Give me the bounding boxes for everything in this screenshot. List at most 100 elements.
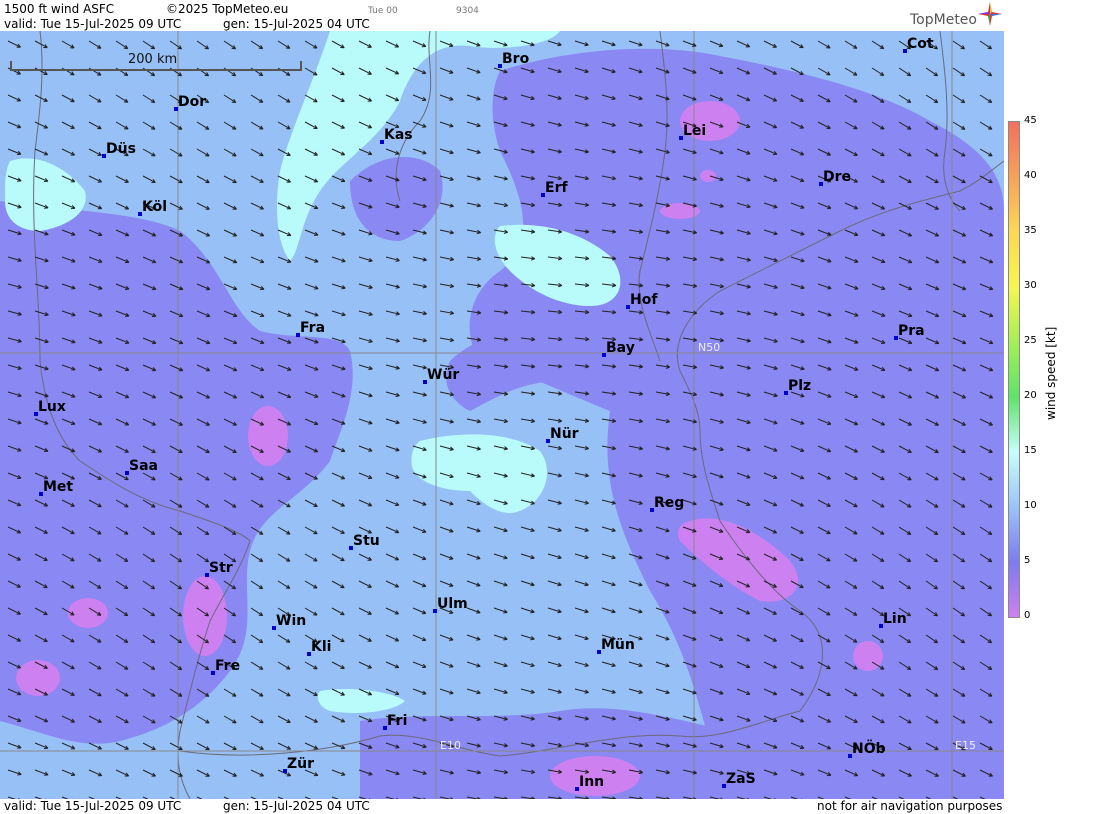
wind-arrow: [601, 526, 616, 533]
wind-arrow: [385, 607, 400, 615]
wind-arrow: [412, 67, 427, 75]
wind-arrow: [439, 256, 455, 262]
city-label-munchen: Mün: [601, 637, 635, 653]
wind-arrow: [466, 121, 481, 128]
wind-arrow: [88, 94, 102, 103]
wind-arrow: [196, 715, 210, 724]
wind-arrow: [7, 40, 21, 48]
wind-arrow: [385, 499, 400, 507]
wind-arrow: [871, 67, 885, 77]
wind-arrow: [7, 769, 22, 776]
wind-arrow: [223, 688, 237, 697]
wind-arrow: [304, 499, 318, 507]
wind-arrow: [412, 94, 427, 101]
wind-arrow: [358, 337, 373, 344]
wind-arrow: [493, 175, 508, 181]
wind-arrow: [331, 742, 346, 750]
wind-arrow: [250, 283, 265, 291]
wind-arrow: [655, 40, 670, 47]
wind-arrow: [358, 418, 373, 425]
wind-arrow: [169, 148, 183, 157]
wind-arrow: [385, 364, 400, 370]
wind-arrow: [196, 742, 210, 751]
wind-arrow: [61, 742, 76, 750]
wind-arrow: [250, 310, 265, 317]
wind-arrow: [439, 67, 454, 74]
wind-arrow: [385, 337, 400, 343]
wind-arrow: [304, 229, 319, 236]
wind-arrow: [358, 364, 373, 371]
wind-arrow: [709, 40, 724, 48]
wind-arrow: [223, 148, 237, 157]
wind-arrow: [277, 40, 291, 49]
valid-time: valid: Tue 15-Jul-2025 09 UTC: [4, 17, 182, 31]
wind-arrow: [574, 553, 589, 560]
wind-arrow: [304, 580, 318, 589]
city-label-klippeneck: Kli: [311, 639, 332, 655]
wind-arrow: [331, 607, 345, 616]
wind-arrow: [547, 526, 562, 532]
city-label-ulm: Ulm: [437, 596, 468, 612]
wind-arrow: [493, 607, 508, 614]
wind-arrow: [439, 337, 455, 343]
wind-arrow: [358, 283, 373, 290]
wind-arrow: [142, 40, 156, 50]
grid-label-e15: E15: [955, 739, 976, 752]
wind-arrow: [547, 445, 563, 451]
wind-arrow: [331, 769, 346, 776]
wind-arrow: [250, 256, 265, 264]
topmeteo-logo[interactable]: TopMeteo: [910, 12, 977, 28]
wind-arrow: [223, 121, 237, 130]
wind-arrow: [412, 634, 427, 642]
legend-tick: 40: [1024, 170, 1037, 181]
wind-arrow: [385, 418, 400, 425]
wind-arrow: [466, 607, 481, 614]
wind-arrow: [385, 688, 400, 696]
city-label-leipzig: Lei: [683, 123, 707, 139]
city-label-praha: Pra: [898, 323, 925, 339]
wind-arrow: [88, 148, 102, 156]
wind-arrow: [250, 148, 264, 157]
wind-arrow: [142, 175, 156, 184]
wind-arrow: [358, 580, 372, 588]
city-label-zurich: Zür: [287, 756, 315, 772]
wind-arrow: [250, 202, 265, 210]
wind-arrow: [574, 472, 589, 478]
city-label-bayreuth: Bay: [606, 340, 635, 356]
wind-arrow: [412, 418, 427, 424]
wind-arrow: [277, 580, 291, 589]
wind-arrow: [439, 418, 454, 424]
wind-arrow: [979, 148, 993, 157]
wind-arrow: [223, 256, 238, 264]
wind-arrow: [277, 526, 291, 535]
wind-arrow: [223, 202, 237, 210]
wind-arrow: [115, 769, 130, 777]
wind-map[interactable]: 200 km N50 E10 E15 Mün Bro Cot Dor Kas Lei Düs…: [0, 31, 1004, 799]
wind-arrow: [385, 472, 400, 479]
wind-arrow: [61, 121, 75, 129]
wind-arrow: [142, 742, 156, 751]
scale-label: 200 km: [128, 52, 178, 67]
wind-arrow: [763, 40, 777, 48]
wind-arrow: [7, 94, 22, 102]
wind-arrow: [277, 634, 291, 643]
wind-arrow: [466, 202, 481, 208]
wind-arrow: [385, 445, 400, 452]
wind-arrow: [412, 553, 427, 561]
wind-arrow: [331, 553, 345, 562]
legend-tick: 30: [1024, 280, 1037, 291]
wind-arrow: [979, 121, 993, 130]
wind-arrow: [574, 499, 589, 505]
wind-arrow: [412, 661, 427, 668]
wind-arrow: [277, 553, 291, 562]
wind-arrow: [61, 769, 76, 777]
wind-arrow: [547, 688, 562, 694]
wind-arrow: [655, 661, 670, 668]
wind-arrow: [304, 256, 319, 263]
wind-arrow: [277, 715, 291, 724]
wind-arrow: [277, 121, 291, 130]
wind-arrow: [601, 607, 616, 614]
city-label-hof: Hof: [630, 292, 658, 308]
wind-arrow: [196, 121, 210, 130]
wind-arrow: [466, 526, 481, 533]
